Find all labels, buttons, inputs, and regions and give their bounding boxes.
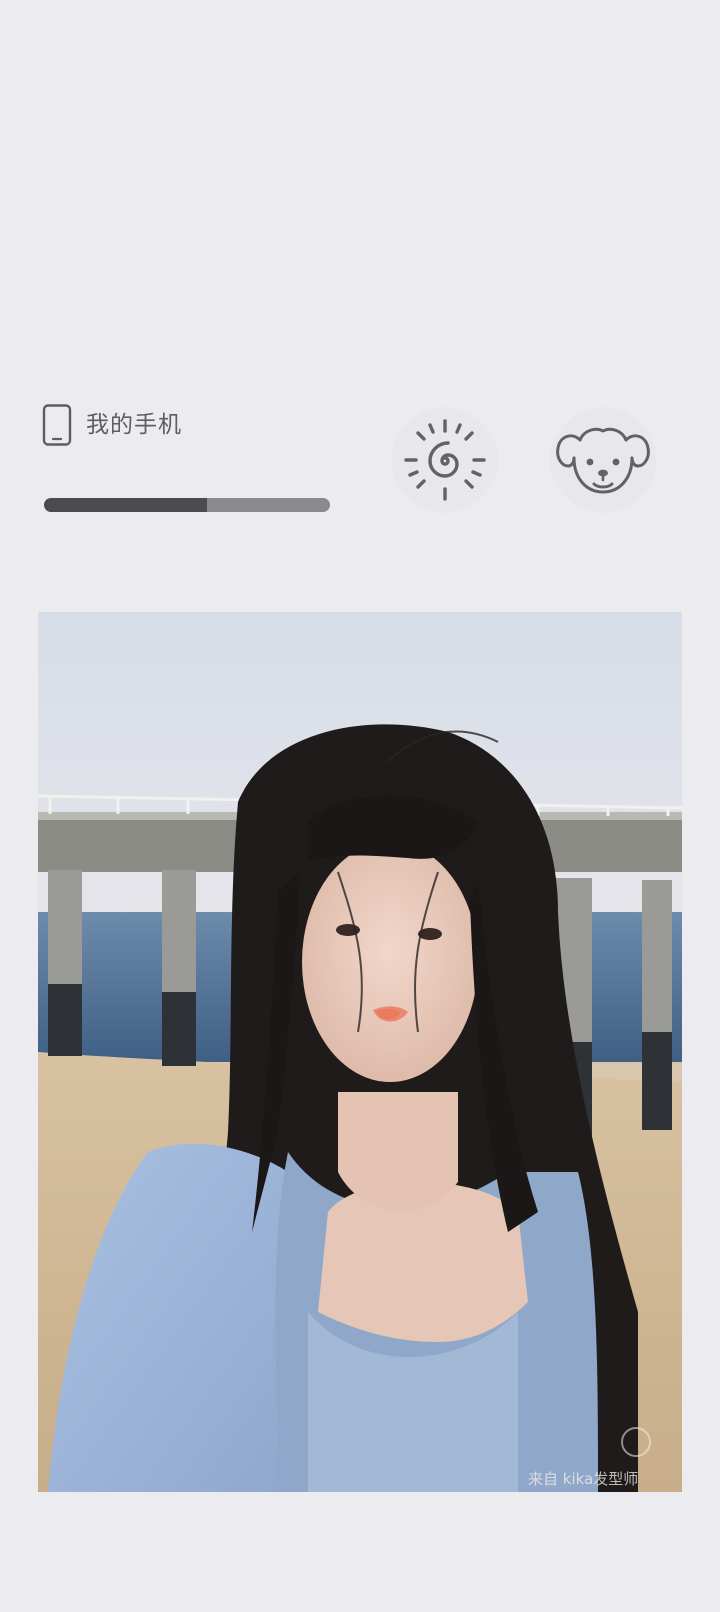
battery-bar xyxy=(44,498,330,512)
home-screen: 我的手机 来自 kika发型师 xyxy=(0,0,720,1612)
wallpaper-photo[interactable]: 来自 kika发型师 xyxy=(38,612,682,1492)
device-battery-widget[interactable]: 我的手机 xyxy=(42,402,332,512)
beach-portrait-image: 来自 kika发型师 xyxy=(38,612,682,1492)
phone-icon xyxy=(42,404,72,446)
puppy-button[interactable] xyxy=(550,407,656,513)
battery-bar-fill xyxy=(44,498,208,512)
sun-icon xyxy=(404,419,486,501)
puppy-icon xyxy=(556,427,650,494)
watermark-text: 来自 kika发型师 xyxy=(528,1470,638,1488)
device-name-label: 我的手机 xyxy=(86,412,182,438)
sun-button[interactable] xyxy=(392,407,498,513)
